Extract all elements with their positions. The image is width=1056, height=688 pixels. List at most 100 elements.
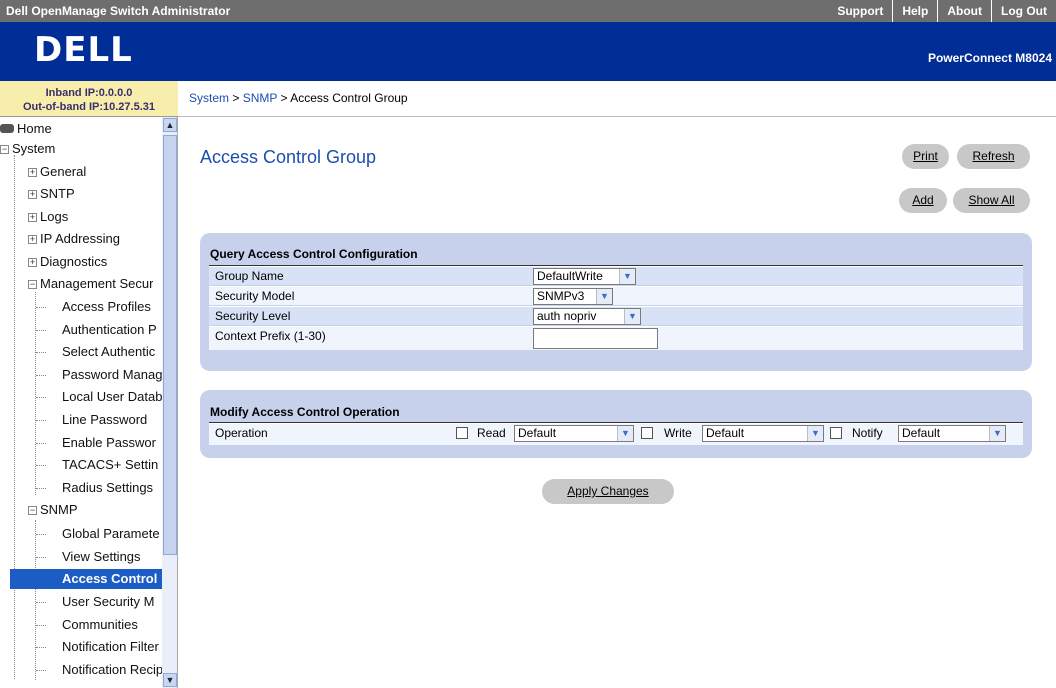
add-button[interactable]: Add — [899, 188, 947, 213]
tree-connector — [36, 488, 46, 489]
nav-ip-addressing[interactable]: + IP Addressing — [28, 229, 120, 249]
tree-guide — [14, 155, 15, 679]
nav-view-settings[interactable]: View Settings — [62, 547, 141, 567]
tree-connector — [36, 352, 46, 353]
nav-logs[interactable]: + Logs — [28, 207, 68, 227]
breadcrumb-snmp[interactable]: SNMP — [243, 91, 277, 105]
print-button[interactable]: Print — [902, 144, 949, 169]
nav-access-profiles[interactable]: Access Profiles — [62, 297, 151, 317]
tree-connector — [36, 330, 46, 331]
collapse-icon[interactable]: − — [28, 280, 37, 289]
nav-tree: Home − System + General + SNTP + Logs + IP Ad… — [0, 117, 162, 688]
security-level-label: Security Level — [215, 309, 291, 323]
expand-icon[interactable]: + — [28, 235, 37, 244]
apply-changes-button[interactable]: Apply Changes — [542, 479, 674, 504]
nav-management-security[interactable]: − Management Secur — [28, 274, 153, 294]
write-checkbox[interactable] — [641, 427, 653, 439]
nav-system[interactable]: − System — [0, 139, 55, 159]
ip-info: Inband IP:0.0.0.0 Out-of-band IP:10.27.5… — [0, 81, 178, 117]
nav-select-authentication[interactable]: Select Authentic — [62, 342, 155, 362]
scroll-down-icon[interactable]: ▼ — [163, 673, 177, 687]
outofband-ip: Out-of-band IP:10.27.5.31 — [22, 101, 156, 113]
notify-checkbox[interactable] — [830, 427, 842, 439]
nav-scrollbar[interactable]: ▲ ▼ — [162, 117, 177, 688]
read-select[interactable]: Default ▼ — [514, 425, 634, 442]
chevron-down-icon: ▼ — [624, 309, 640, 324]
nav-notification-recipients[interactable]: Notification Recip — [62, 660, 162, 680]
nav-sntp[interactable]: + SNTP — [28, 184, 75, 204]
modify-panel: Modify Access Control Operation Operatio… — [200, 390, 1032, 458]
breadcrumb-system[interactable]: System — [189, 91, 229, 105]
write-select[interactable]: Default ▼ — [702, 425, 824, 442]
notify-select[interactable]: Default ▼ — [898, 425, 1006, 442]
read-checkbox[interactable] — [456, 427, 468, 439]
header-banner: DELL PowerConnect M8024 — [0, 22, 1056, 81]
read-value: Default — [518, 426, 557, 440]
help-link[interactable]: Help — [892, 0, 937, 22]
security-level-row: Security Level auth nopriv ▼ — [209, 306, 1023, 325]
security-model-select[interactable]: SNMPv3 ▼ — [533, 288, 613, 305]
collapse-icon[interactable]: − — [28, 506, 37, 515]
expand-icon[interactable]: + — [28, 190, 37, 199]
nav-local-user-database[interactable]: Local User Datab — [62, 387, 162, 407]
group-name-select[interactable]: DefaultWrite ▼ — [533, 268, 636, 285]
logout-link[interactable]: Log Out — [991, 0, 1056, 22]
show-all-button[interactable]: Show All — [953, 188, 1030, 213]
nav-password-management[interactable]: Password Manag — [62, 365, 162, 385]
breadcrumb-current: Access Control Group — [290, 91, 408, 105]
collapse-icon[interactable]: − — [0, 145, 9, 154]
tree-connector — [36, 670, 46, 671]
nav-snmp[interactable]: − SNMP — [28, 500, 78, 520]
scroll-thumb[interactable] — [163, 135, 177, 555]
tree-connector — [36, 465, 46, 466]
page-title: Access Control Group — [200, 147, 377, 167]
breadcrumb-separator: > — [280, 91, 288, 105]
home-icon — [0, 124, 14, 133]
group-name-label: Group Name — [215, 269, 284, 283]
expand-icon[interactable]: + — [28, 213, 37, 222]
expand-icon[interactable]: + — [28, 168, 37, 177]
group-name-value: DefaultWrite — [537, 269, 603, 283]
nav-tree-panel: Home − System + General + SNTP + Logs + IP Ad… — [0, 117, 178, 688]
nav-enable-password[interactable]: Enable Passwor — [62, 433, 156, 453]
nav-communities[interactable]: Communities — [62, 615, 138, 635]
nav-authentication-profiles[interactable]: Authentication P — [62, 320, 157, 340]
modify-panel-title: Modify Access Control Operation — [210, 405, 400, 419]
nav-radius-settings[interactable]: Radius Settings — [62, 478, 153, 498]
query-panel-title: Query Access Control Configuration — [210, 247, 418, 261]
dell-logo: DELL — [34, 30, 133, 70]
read-label: Read — [477, 426, 506, 440]
context-prefix-input[interactable] — [533, 328, 658, 349]
security-model-label: Security Model — [215, 289, 295, 303]
security-level-select[interactable]: auth nopriv ▼ — [533, 308, 641, 325]
tree-connector — [36, 557, 46, 558]
tree-guide — [35, 520, 36, 680]
tree-connector — [36, 307, 46, 308]
nav-notification-filter[interactable]: Notification Filter — [62, 637, 159, 657]
write-label: Write — [664, 426, 692, 440]
nav-line-password[interactable]: Line Password — [62, 410, 147, 430]
refresh-button[interactable]: Refresh — [957, 144, 1030, 169]
notify-value: Default — [902, 426, 941, 440]
nav-global-parameters[interactable]: Global Paramete — [62, 524, 160, 544]
about-link[interactable]: About — [937, 0, 991, 22]
expand-icon[interactable]: + — [28, 258, 37, 267]
nav-general[interactable]: + General — [28, 162, 86, 182]
scroll-up-icon[interactable]: ▲ — [163, 118, 177, 132]
nav-tacacs-settings[interactable]: TACACS+ Settin — [62, 455, 158, 475]
operation-label: Operation — [215, 426, 268, 440]
tree-connector — [36, 534, 46, 535]
chevron-down-icon: ▼ — [807, 426, 823, 441]
tree-connector — [36, 625, 46, 626]
write-value: Default — [706, 426, 745, 440]
nav-home[interactable]: Home — [0, 119, 52, 139]
nav-diagnostics[interactable]: + Diagnostics — [28, 252, 107, 272]
tree-connector — [36, 375, 46, 376]
tree-connector — [36, 397, 46, 398]
nav-access-control[interactable]: Access Control — [10, 569, 162, 589]
breadcrumb: System > SNMP > Access Control Group — [178, 81, 1056, 117]
support-link[interactable]: Support — [828, 0, 892, 22]
context-prefix-row: Context Prefix (1-30) — [209, 326, 1023, 350]
nav-user-security-model[interactable]: User Security M — [62, 592, 154, 612]
security-model-row: Security Model SNMPv3 ▼ — [209, 286, 1023, 305]
